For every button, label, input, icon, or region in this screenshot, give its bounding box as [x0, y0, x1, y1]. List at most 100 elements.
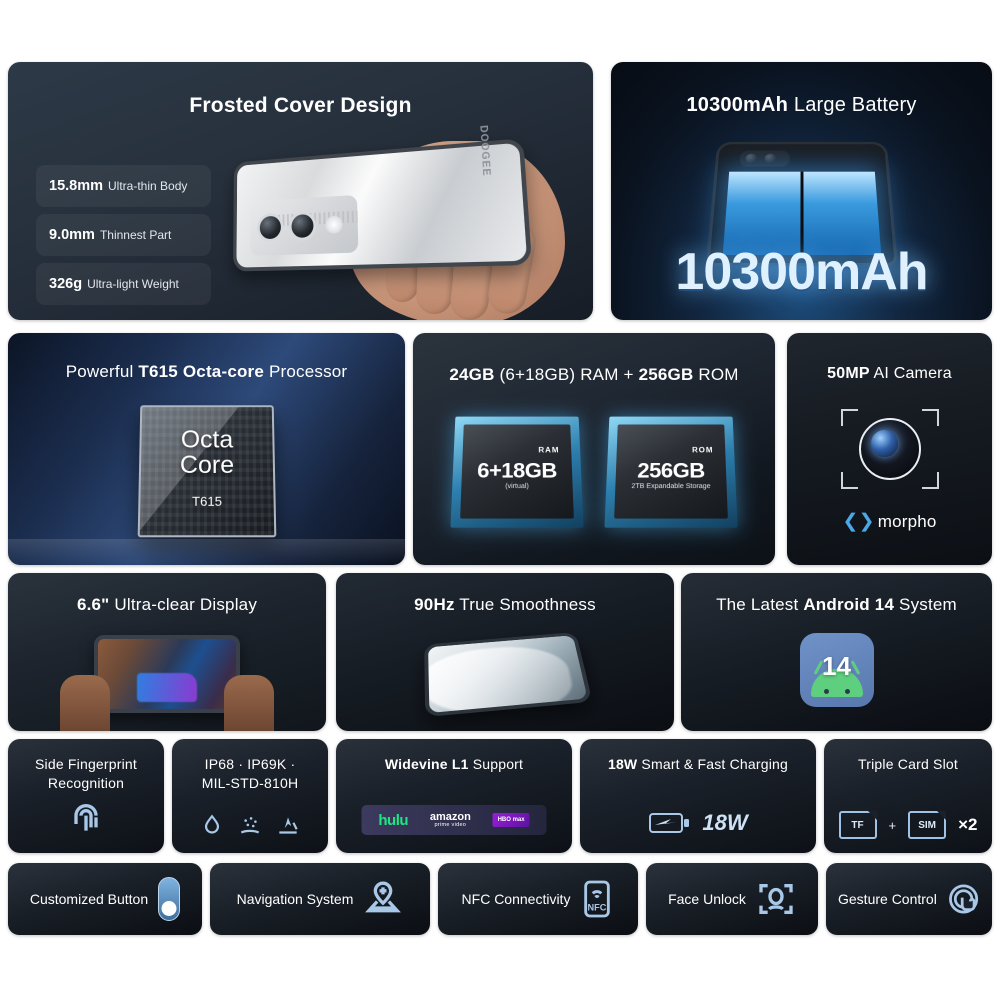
android-title-bold: Android 14 — [803, 595, 895, 614]
droid-eye-graphic — [844, 689, 850, 694]
spec-label: Ultra-light Weight — [87, 277, 179, 291]
charging-badge-row: 18W — [580, 809, 816, 837]
display-title-rest: Ultra-clear Display — [109, 595, 258, 614]
spec-value: 326g — [49, 276, 83, 292]
feature-label: Gesture Control — [838, 891, 937, 907]
charging-title-bold: 18W — [607, 756, 638, 772]
camera-title: 50MP AI Camera — [787, 365, 992, 383]
battery-title-rest: Large Battery — [788, 94, 917, 116]
processor-title-post: Processor — [264, 362, 348, 381]
refresh-title: 90Hz True Smoothness — [336, 595, 674, 615]
feature-label: NFC Connectivity — [461, 891, 571, 907]
camera-lens-icon — [257, 212, 284, 243]
card-durability-rating: IP68 · IP69K · MIL-STD-810H — [172, 739, 328, 853]
refresh-title-rest: True Smoothness — [454, 595, 596, 614]
chip-model-label: T615 — [191, 493, 222, 509]
focus-frame-icon — [840, 409, 939, 489]
rom-chip-graphic: ROM 256GB 2TB Expandable Storage — [604, 416, 738, 528]
durability-title-line-2: MIL-STD-810H — [201, 774, 299, 791]
camera-island-graphic — [250, 194, 359, 256]
battery-title-bold: 10300mAh — [686, 94, 789, 116]
feature-inner: Navigation System — [210, 863, 430, 935]
water-drop-icon — [204, 814, 220, 834]
chip-line-2: Core — [179, 450, 234, 479]
durability-title-line-1: IP68 · IP69K · — [204, 756, 296, 772]
chip-die: RAM 6+18GB (virtual) — [460, 424, 574, 519]
card-customized-button: Customized Button — [8, 863, 202, 935]
widevine-title-bold: Widevine L1 — [384, 756, 469, 772]
card-display: 6.6" Ultra-clear Display — [8, 573, 326, 731]
cardslot-icons: TF + SIM ×2 — [824, 811, 992, 839]
memory-chips-group: RAM 6+18GB (virtual) ROM 256GB 2TB Expan… — [413, 411, 775, 529]
slot-multiplier: ×2 — [958, 815, 978, 834]
camera-title-bold: 50MP — [827, 365, 870, 382]
camera-title-rest: AI Camera — [869, 365, 952, 382]
durability-icons — [172, 813, 328, 839]
card-nfc-connectivity: NFC Connectivity NFC — [438, 863, 638, 935]
processor-title-pre: Powerful — [65, 362, 139, 381]
memory-title-bold-2: 256GB — [638, 365, 694, 384]
drop-impact-icon — [279, 817, 298, 834]
amazon-logo-sub: prime video — [434, 821, 467, 828]
plus-symbol: + — [888, 817, 897, 833]
hbo-logo-text: HBO — [497, 817, 511, 823]
battery-hero-text: 10300mAh — [675, 243, 928, 301]
display-title: 6.6" Ultra-clear Display — [8, 595, 326, 615]
sim-card-icon: SIM — [908, 811, 947, 839]
memory-title-mid: (6+18GB) RAM + — [494, 365, 639, 384]
nfc-icon: NFC — [584, 880, 611, 918]
hand-graphic — [60, 675, 110, 731]
refresh-title-bold: 90Hz — [414, 595, 455, 614]
card-processor: Powerful T615 Octa-core Processor Octa C… — [8, 333, 405, 565]
display-title-bold: 6.6" — [76, 595, 110, 614]
feature-inner: Customized Button — [8, 863, 202, 935]
memory-title-bold-1: 24GB — [449, 365, 495, 384]
map-pin-icon — [365, 881, 402, 913]
card-widevine-support: Widevine L1 Support hulu amazon prime vi… — [336, 739, 572, 853]
card-face-unlock: Face Unlock — [646, 863, 818, 935]
camera-module-graphic — [738, 150, 790, 167]
chip-die: ROM 256GB 2TB Expandable Storage — [614, 424, 728, 519]
gaming-phone-graphic — [94, 635, 240, 713]
battery-title: 10300mAh Large Battery — [611, 94, 992, 117]
android-title: The Latest Android 14 System — [681, 595, 992, 615]
processor-title-bold: T615 Octa-core — [138, 362, 265, 381]
flash-icon — [325, 215, 343, 234]
chip-note: 2TB Expandable Storage — [631, 483, 711, 491]
widevine-title: Widevine L1 Support — [336, 755, 572, 774]
spec-value: 15.8mm — [49, 178, 104, 194]
android-version-badge: 14 — [822, 651, 851, 681]
card-gesture-control: Gesture Control — [826, 863, 992, 935]
toggle-switch-icon — [158, 877, 181, 921]
focus-corner — [840, 409, 858, 426]
amazon-prime-video-logo: amazon prime video — [430, 811, 471, 829]
chip-text: Octa Core — [140, 426, 272, 479]
card-navigation-system: Navigation System — [210, 863, 430, 935]
fingerprint-title: Side Fingerprint Recognition — [34, 756, 138, 791]
brand-logo-text: DOOGEE — [477, 124, 493, 177]
hulu-logo: hulu — [378, 811, 409, 829]
spec-value: 9.0mm — [49, 227, 95, 243]
smooth-motion-graphic — [424, 631, 593, 718]
card-fast-charging: 18W Smart & Fast Charging 18W — [580, 739, 816, 853]
infographic-page: Frosted Cover Design 15.8mm Ultra-thin B… — [0, 0, 1000, 1000]
focus-corner — [921, 472, 939, 489]
processor-title: Powerful T615 Octa-core Processor — [8, 362, 405, 382]
phone-back-graphic: DOOGEE — [232, 125, 533, 272]
droid-eye-graphic — [823, 689, 829, 694]
feature-inner: NFC Connectivity NFC — [438, 863, 638, 935]
morpho-logo-text: morpho — [877, 512, 937, 531]
camera-lens-icon — [288, 210, 317, 242]
card-refresh-rate: 90Hz True Smoothness — [336, 573, 674, 731]
charging-wattage-badge: 18W — [702, 810, 748, 835]
focus-corner — [921, 409, 939, 426]
chip-note: (virtual) — [505, 483, 529, 491]
morpho-bird-icon: ❮❯ — [842, 511, 875, 532]
card-large-battery: 10300mAh Large Battery 10300mAh — [611, 62, 992, 320]
hand-graphic — [224, 675, 274, 731]
hbo-max-logo: HBO max — [492, 813, 530, 827]
charging-title-rest: Smart & Fast Charging — [637, 756, 789, 772]
ram-chip-graphic: RAM 6+18GB (virtual) — [450, 416, 584, 528]
cpu-chip-graphic: Octa Core T615 — [137, 405, 276, 538]
focus-corner — [840, 472, 858, 489]
